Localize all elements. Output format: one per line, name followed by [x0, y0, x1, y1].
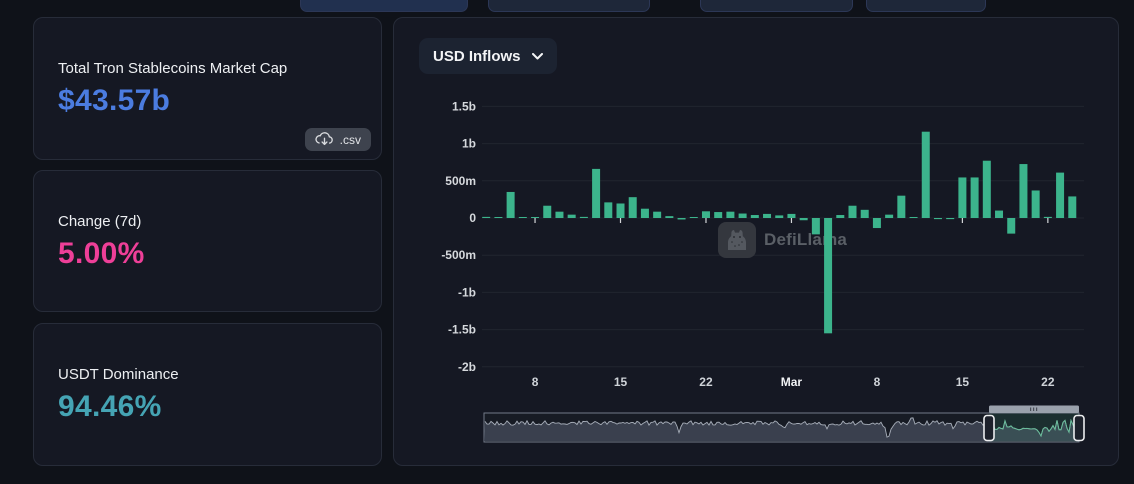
brush-grip-icon: [1036, 407, 1038, 411]
bar-feb-17: [640, 208, 649, 218]
brush-handle-left[interactable]: [983, 414, 995, 442]
dashboard-page: Total Tron Stablecoins Market Cap $43.57…: [0, 0, 1134, 484]
card-title: Total Tron Stablecoins Market Cap: [58, 60, 288, 77]
bar-mar-23: [1056, 172, 1065, 218]
brush-selection[interactable]: [989, 413, 1079, 442]
download-csv-button[interactable]: .csv: [304, 128, 371, 151]
bar-mar-12: [921, 131, 930, 218]
bar-feb-8: [531, 217, 540, 218]
bar-feb-21: [689, 217, 698, 218]
bar-feb-5: [494, 217, 503, 218]
time-range-brush[interactable]: [483, 405, 1085, 443]
bar-feb-14: [604, 202, 613, 218]
bar-mar-7: [860, 209, 869, 218]
brush-grip-icon: [1030, 407, 1032, 411]
bar-mar-16: [970, 177, 979, 218]
bar-mar-13: [933, 218, 942, 220]
bar-mar-21: [1031, 190, 1040, 218]
bar-mar-22: [1043, 216, 1052, 218]
card-title: USDT Dominance: [58, 366, 179, 383]
bar-feb-6: [506, 191, 515, 218]
bar-mar-10: [897, 195, 906, 218]
bar-mar-19: [1007, 218, 1016, 234]
card-value-usdt-dominance: 94.46%: [58, 390, 162, 423]
bar-mar-9: [885, 214, 894, 218]
bar-feb-26: [750, 215, 759, 218]
bar-mar-1: [787, 213, 796, 218]
bar-feb-22: [701, 211, 710, 218]
bar-feb-9: [543, 205, 552, 218]
bar-mar-24: [1068, 196, 1077, 218]
top-tab-partial-1[interactable]: [300, 0, 468, 12]
brush-grip-icon: [1033, 407, 1035, 411]
top-tab-partial-2[interactable]: [488, 0, 650, 12]
chevron-down-icon: [531, 52, 543, 60]
bar-mar-17: [982, 160, 991, 218]
bar-feb-20: [677, 218, 686, 220]
stat-card-change-7d: Change (7d) 5.00%: [33, 170, 382, 312]
bar-feb-15: [616, 203, 625, 218]
bar-feb-23: [714, 212, 723, 218]
stat-card-market-cap: Total Tron Stablecoins Market Cap $43.57…: [33, 17, 382, 160]
bar-mar-4: [824, 218, 833, 334]
bar-mar-2: [799, 218, 808, 221]
bar-feb-19: [665, 216, 674, 218]
cloud-download-icon: [315, 132, 334, 147]
bar-feb-16: [628, 197, 637, 218]
bar-feb-25: [738, 213, 747, 218]
metric-selector-label: USD Inflows: [433, 47, 521, 65]
inflows-chart-panel: USD Inflows 1.5b 1b 500m 0 -500m -1b -1.5b -2b 8…: [393, 17, 1119, 466]
bar-feb-28: [775, 215, 784, 218]
bar-feb-18: [653, 211, 662, 218]
top-tab-partial-3[interactable]: [700, 0, 853, 12]
bar-mar-15: [958, 177, 967, 218]
bar-feb-13: [592, 168, 601, 218]
bar-mar-6: [848, 205, 857, 218]
download-csv-label: .csv: [339, 132, 361, 147]
card-value-market-cap: $43.57b: [58, 84, 171, 117]
brush-handle-right[interactable]: [1073, 414, 1085, 442]
chart-bars-layer: [482, 131, 1085, 443]
x-axis-ticks: [534, 218, 1049, 223]
bar-feb-11: [567, 214, 576, 218]
bar-mar-18: [995, 210, 1004, 218]
metric-selector-button[interactable]: USD Inflows: [419, 38, 557, 74]
bar-feb-24: [726, 211, 735, 218]
card-title: Change (7d): [58, 213, 142, 230]
bar-feb-4: [482, 216, 491, 218]
bar-feb-12: [579, 216, 588, 218]
stat-card-usdt-dominance: USDT Dominance 94.46%: [33, 323, 382, 466]
top-tab-partial-4[interactable]: [866, 0, 986, 12]
bar-feb-27: [763, 213, 772, 218]
bar-mar-8: [872, 218, 881, 229]
bar-mar-5: [836, 215, 845, 218]
bar-mar-3: [811, 218, 820, 235]
inflow-bars: [482, 131, 1077, 334]
bar-mar-11: [909, 217, 918, 218]
bar-mar-14: [946, 218, 955, 220]
card-value-change-7d: 5.00%: [58, 237, 145, 270]
bar-mar-20: [1019, 164, 1028, 218]
bar-feb-10: [555, 211, 564, 218]
bar-feb-7: [518, 217, 527, 218]
